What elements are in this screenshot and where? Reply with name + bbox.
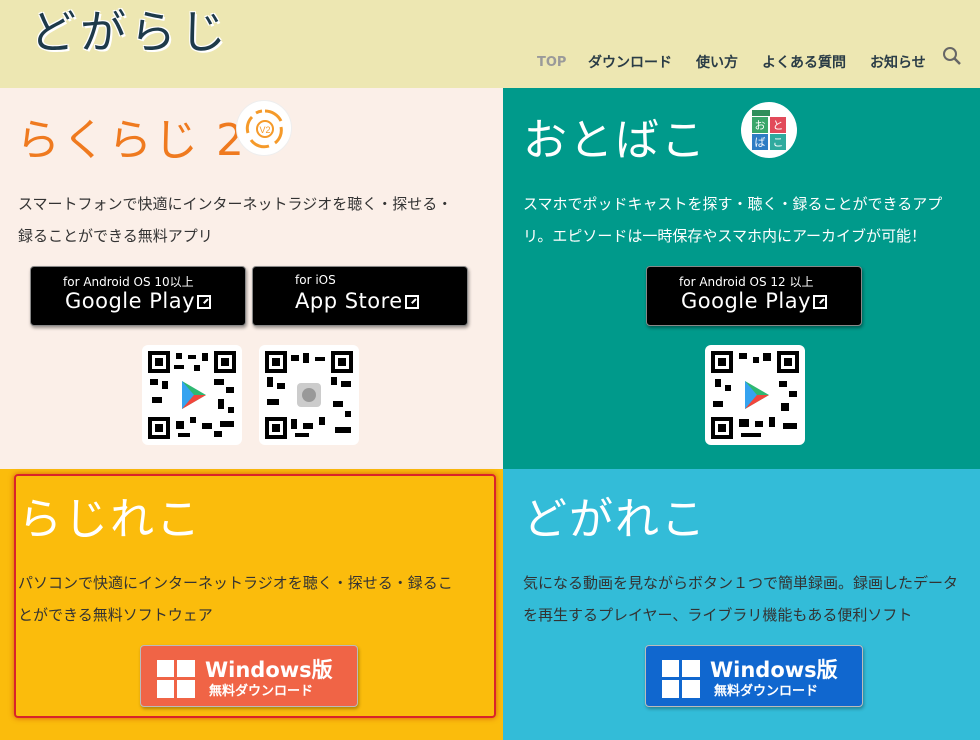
nav-item-news[interactable]: お知らせ	[870, 52, 926, 72]
otobako-icon-char2: と	[773, 119, 784, 132]
otobako-google-play-button[interactable]: for Android OS 12 以上 Google Play	[646, 266, 862, 326]
rakuraji-icon-badge: V2	[259, 125, 270, 135]
rakuraji-android-req: for Android OS 10以上	[63, 275, 194, 289]
nav-item-download[interactable]: ダウンロード	[588, 52, 672, 72]
otobako-android-req: for Android OS 12 以上	[679, 275, 814, 289]
rakuraji-panel: らくらじ 2 V2 スマートフォンで快適にインターネットラジオを聴く・探せる・ …	[0, 88, 503, 469]
dogareko-desc-line2: を再生するプレイヤー、ライブラリ機能もある便利ソフト	[523, 606, 913, 624]
dogareko-panel: どがれこ 気になる動画を見ながらボタン１つで簡単録画。録画したデータ を再生する…	[503, 469, 980, 740]
main-nav: TOP ダウンロード 使い方 よくある質問 お知らせ	[0, 52, 980, 76]
nav-item-faq[interactable]: よくある質問	[762, 52, 846, 72]
dogareko-desc-line1: 気になる動画を見ながらボタン１つで簡単録画。録画したデータ	[523, 574, 959, 592]
rakuraji-ios-req: for iOS	[295, 273, 336, 287]
external-link-icon	[197, 295, 212, 309]
otobako-icon-char4: こ	[773, 136, 784, 149]
otobako-google-play-label: Google Play	[681, 289, 828, 313]
dogareko-btn-sub: 無料ダウンロード	[714, 684, 819, 699]
rakuraji-app-store-button[interactable]: for iOS App Store	[252, 266, 468, 326]
otobako-app-icon: お と ば こ	[741, 102, 797, 158]
otobako-title: おとばこ	[523, 115, 707, 166]
rakuraji-desc-line1: スマートフォンで快適にインターネットラジオを聴く・探せる・	[18, 195, 453, 213]
otobako-panel: おとばこ お と ば こ スマホでポッドキャストを探す・聴く・録ることができるア…	[503, 88, 980, 469]
qr-code-icon	[265, 351, 353, 439]
otobako-icon-char3: ば	[755, 136, 766, 149]
rakuraji-title: らくらじ 2	[16, 115, 246, 166]
windows-logo-icon	[662, 660, 700, 698]
rakuraji-app-store-label: App Store	[295, 289, 419, 313]
rakuraji-desc-line2: 録ることができる無料アプリ	[18, 227, 213, 245]
rakuraji-google-play-button[interactable]: for Android OS 10以上 Google Play	[30, 266, 246, 326]
otobako-desc-line2: リ。エピソードは一時保存やスマホ内にアーカイブが可能！	[523, 227, 927, 245]
otobako-android-qr	[705, 345, 805, 445]
external-link-icon	[404, 295, 419, 309]
nav-item-usage[interactable]: 使い方	[696, 52, 738, 72]
external-link-icon	[813, 295, 828, 309]
otobako-desc-line1: スマホでポッドキャストを探す・聴く・録ることができるアプ	[523, 195, 943, 213]
dogareko-title: どがれこ	[523, 494, 707, 545]
rakuraji-ios-qr	[259, 345, 359, 445]
rakuraji-app-icon: V2	[236, 100, 292, 156]
qr-code-icon	[711, 351, 799, 439]
dogareko-windows-download-button[interactable]: Windows版 無料ダウンロード	[645, 645, 863, 707]
rajireko-highlight-outline	[14, 474, 496, 718]
qr-code-icon	[148, 351, 236, 439]
site-header: どがらじ TOP ダウンロード 使い方 よくある質問 お知らせ	[0, 0, 980, 88]
nav-item-top[interactable]: TOP	[537, 55, 566, 70]
rakuraji-google-play-label: Google Play	[65, 289, 212, 313]
otobako-icon-char1: お	[755, 119, 766, 132]
search-icon[interactable]	[942, 46, 962, 66]
rakuraji-android-qr	[142, 345, 242, 445]
